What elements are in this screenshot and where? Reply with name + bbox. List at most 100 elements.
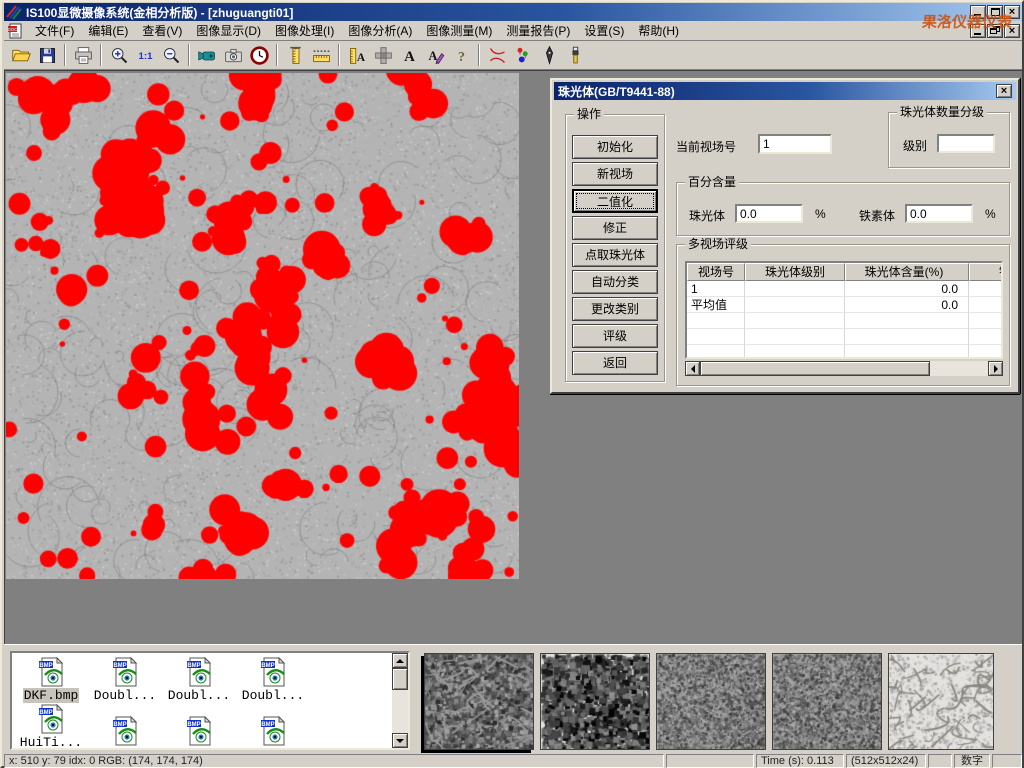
toolbar-separator [188, 44, 190, 66]
dialog-title-bar[interactable]: 珠光体(GB/T9441-88) × [554, 82, 1016, 100]
pins-button[interactable] [510, 43, 536, 68]
op-button-更改类别[interactable]: 更改类别 [572, 297, 658, 321]
file-item-1[interactable]: BMPDKF.bmp [15, 656, 87, 703]
menu-item-1[interactable]: 文件(F) [28, 20, 81, 41]
video-camera-button[interactable] [194, 43, 220, 68]
gallery-panel: BMPDKF.bmpBMPDoubl...BMPDoubl...BMPDoubl… [4, 644, 1022, 754]
folder-open-button[interactable] [8, 43, 34, 68]
maximize-button[interactable] [987, 5, 1003, 19]
grid-button[interactable] [370, 43, 396, 68]
micrograph-image[interactable] [6, 73, 519, 579]
file-item-row2-1[interactable]: BMP [89, 715, 161, 750]
grade-input[interactable] [937, 134, 995, 153]
op-button-评级[interactable]: 评级 [572, 324, 658, 348]
menu-item-8[interactable]: 测量报告(P) [499, 20, 577, 41]
actual-size-button[interactable]: 1:1 [132, 43, 158, 68]
ruler-button[interactable] [308, 43, 334, 68]
save-icon [37, 45, 58, 66]
scroll-left-button[interactable] [685, 361, 700, 376]
file-item-3[interactable]: BMPDoubl... [163, 656, 235, 703]
menu-item-6[interactable]: 图像分析(A) [341, 20, 419, 41]
file-item-4[interactable]: BMPDoubl... [237, 656, 309, 703]
brush-button[interactable] [562, 43, 588, 68]
menu-item-3[interactable]: 查看(V) [135, 20, 189, 41]
thumbnail-4[interactable] [772, 653, 882, 750]
file-name: Doubl... [241, 688, 305, 703]
dialog-close-button[interactable]: × [996, 84, 1012, 98]
pen-button[interactable] [536, 43, 562, 68]
measure-text-button[interactable]: A [344, 43, 370, 68]
mdi-minimize-button[interactable] [970, 24, 986, 38]
mdi-restore-button[interactable] [987, 24, 1003, 38]
rating-table[interactable]: 视场号珠光体级别珠光体含量(%)铁素体10.0平均值0.0 [685, 261, 1003, 359]
menu-item-7[interactable]: 图像测量(M) [419, 20, 499, 41]
op-button-初始化[interactable]: 初始化 [572, 135, 658, 159]
thumbnail-2[interactable] [540, 653, 650, 750]
op-button-返回[interactable]: 返回 [572, 351, 658, 375]
ruler-icon [311, 45, 332, 66]
toolbar-separator [338, 44, 340, 66]
percent-input-1[interactable] [735, 204, 803, 223]
toolbar-separator [276, 44, 278, 66]
file-item-row2-3[interactable]: BMP [237, 715, 309, 750]
clock-button[interactable] [246, 43, 272, 68]
file-scrollbar-thumb[interactable] [392, 668, 408, 690]
current-field-input[interactable] [758, 134, 832, 154]
zoom-out-button[interactable] [158, 43, 184, 68]
annotate-button[interactable]: A [422, 43, 448, 68]
table-horizontal-scrollbar[interactable] [685, 361, 1003, 376]
save-button[interactable] [34, 43, 60, 68]
camera-button[interactable] [220, 43, 246, 68]
file-item-2[interactable]: BMPDoubl... [89, 656, 161, 703]
video-camera-icon [197, 45, 218, 66]
thumbnail-5[interactable] [888, 653, 994, 750]
table-cell: 平均值 [687, 297, 745, 313]
thumbnail-3[interactable] [656, 653, 766, 750]
grid-icon [373, 45, 394, 66]
arrow-left-icon [687, 365, 695, 373]
minimize-button[interactable] [970, 5, 986, 19]
dialog-close-icon: × [997, 85, 1011, 97]
print-button[interactable] [70, 43, 96, 68]
file-item-row2-2[interactable]: BMP [163, 715, 235, 750]
curve-button[interactable] [484, 43, 510, 68]
title-bar[interactable]: IS100显微摄像系统(金相分析版) - [zhuguangti01] × [4, 3, 1022, 21]
help-button[interactable]: ? [448, 43, 474, 68]
toolbar: 1:1AAA? [4, 41, 1022, 70]
table-row[interactable]: 10.0 [687, 281, 1003, 297]
table-header-cell: 珠光体级别 [745, 263, 845, 281]
thumbnail-1[interactable] [424, 653, 534, 750]
table-row[interactable]: 平均值0.0 [687, 297, 1003, 313]
menu-item-9[interactable]: 设置(S) [577, 20, 631, 41]
close-button[interactable]: × [1004, 5, 1020, 19]
mdi-close-button[interactable]: × [1004, 24, 1020, 38]
file-name: Doubl... [93, 688, 157, 703]
file-item-5[interactable]: BMPHuiTi... [15, 703, 87, 750]
table-row[interactable] [687, 345, 1003, 359]
menu-item-2[interactable]: 编辑(E) [81, 20, 135, 41]
table-cell [687, 329, 745, 345]
scroll-up-button[interactable] [392, 653, 408, 668]
op-button-点取珠光体[interactable]: 点取珠光体 [572, 243, 658, 267]
caliper-button[interactable] [282, 43, 308, 68]
scrollbar-thumb[interactable] [700, 361, 930, 376]
zoom-in-button[interactable] [106, 43, 132, 68]
scroll-right-button[interactable] [988, 361, 1003, 376]
scroll-down-button[interactable] [392, 733, 408, 748]
application-window: IS100显微摄像系统(金相分析版) - [zhuguangti01] × 果洛… [0, 0, 1024, 768]
text-button[interactable]: A [396, 43, 422, 68]
menu-item-10[interactable]: 帮助(H) [631, 20, 686, 41]
menu-item-4[interactable]: 图像显示(D) [189, 20, 268, 41]
file-list-scrollbar[interactable] [392, 653, 408, 748]
table-row[interactable] [687, 313, 1003, 329]
menu-item-5[interactable]: 图像处理(I) [268, 20, 341, 41]
percent-input-2[interactable] [905, 204, 973, 223]
op-button-新视场[interactable]: 新视场 [572, 162, 658, 186]
table-row[interactable] [687, 329, 1003, 345]
bmp-file-icon: BMP [109, 715, 141, 747]
op-button-二值化[interactable]: 二值化 [572, 189, 658, 213]
toolbar-separator [100, 44, 102, 66]
table-cell [745, 313, 845, 329]
op-button-自动分类[interactable]: 自动分类 [572, 270, 658, 294]
op-button-修正[interactable]: 修正 [572, 216, 658, 240]
